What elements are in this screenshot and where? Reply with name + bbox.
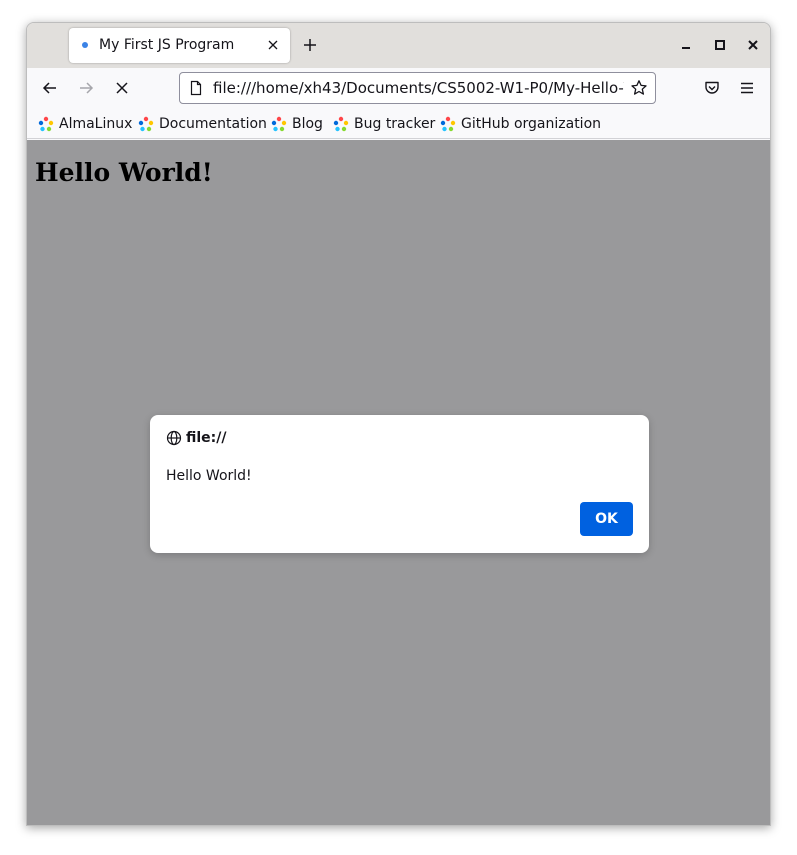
almalinux-logo-icon <box>440 116 456 132</box>
bookmark-almalinux[interactable]: AlmaLinux <box>38 113 132 135</box>
bookmarks-toolbar: AlmaLinux Documentation Blog Bug tracker… <box>27 109 770 139</box>
bookmark-label: GitHub organization <box>461 116 602 132</box>
almalinux-logo-icon <box>138 116 154 132</box>
bookmark-label: Bug tracker <box>354 116 436 132</box>
maximize-icon[interactable] <box>712 37 728 53</box>
browser-window: My First JS Program file:///home/xh43/Do… <box>26 22 771 826</box>
bookmark-label: Blog <box>292 116 323 132</box>
bookmark-bug-tracker[interactable]: Bug tracker <box>333 113 435 135</box>
js-favicon-icon <box>82 42 88 48</box>
minimize-icon[interactable] <box>678 37 694 53</box>
pocket-icon[interactable] <box>703 79 721 97</box>
star-icon[interactable] <box>630 79 648 97</box>
dialog-message: Hello World! <box>166 468 252 484</box>
arrow-left-icon[interactable] <box>41 79 59 97</box>
page-heading: Hello World! <box>35 158 213 187</box>
tab-my-first-js-program[interactable]: My First JS Program <box>69 28 290 63</box>
tab-title: My First JS Program <box>99 37 235 53</box>
stop-icon[interactable] <box>113 79 131 97</box>
bookmark-blog[interactable]: Blog <box>271 113 323 135</box>
almalinux-logo-icon <box>271 116 287 132</box>
bookmark-github-organization[interactable]: GitHub organization <box>440 113 601 135</box>
arrow-right-icon[interactable] <box>77 79 95 97</box>
close-window-icon[interactable] <box>745 37 761 53</box>
almalinux-logo-icon <box>333 116 349 132</box>
plus-icon[interactable] <box>302 37 318 53</box>
dialog-origin-text: file:// <box>186 430 227 446</box>
page-content: Hello World! file:// Hello World! OK <box>27 140 770 825</box>
bookmark-label: AlmaLinux <box>59 116 133 132</box>
url-bar[interactable]: file:///home/xh43/Documents/CS5002-W1-P0… <box>179 72 656 104</box>
bookmark-label: Documentation <box>159 116 267 132</box>
page-icon[interactable] <box>188 80 204 96</box>
alert-dialog: file:// Hello World! OK <box>150 415 649 553</box>
globe-icon <box>166 430 182 446</box>
hamburger-menu-icon[interactable] <box>738 79 756 97</box>
ok-button[interactable]: OK <box>580 502 633 536</box>
close-icon[interactable] <box>266 38 280 52</box>
almalinux-logo-icon <box>38 116 54 132</box>
navigation-toolbar: file:///home/xh43/Documents/CS5002-W1-P0… <box>27 68 770 109</box>
tab-strip: My First JS Program <box>27 23 770 68</box>
dialog-origin: file:// <box>166 430 227 446</box>
bookmark-documentation[interactable]: Documentation <box>138 113 267 135</box>
url-input[interactable]: file:///home/xh43/Documents/CS5002-W1-P0… <box>213 79 624 97</box>
